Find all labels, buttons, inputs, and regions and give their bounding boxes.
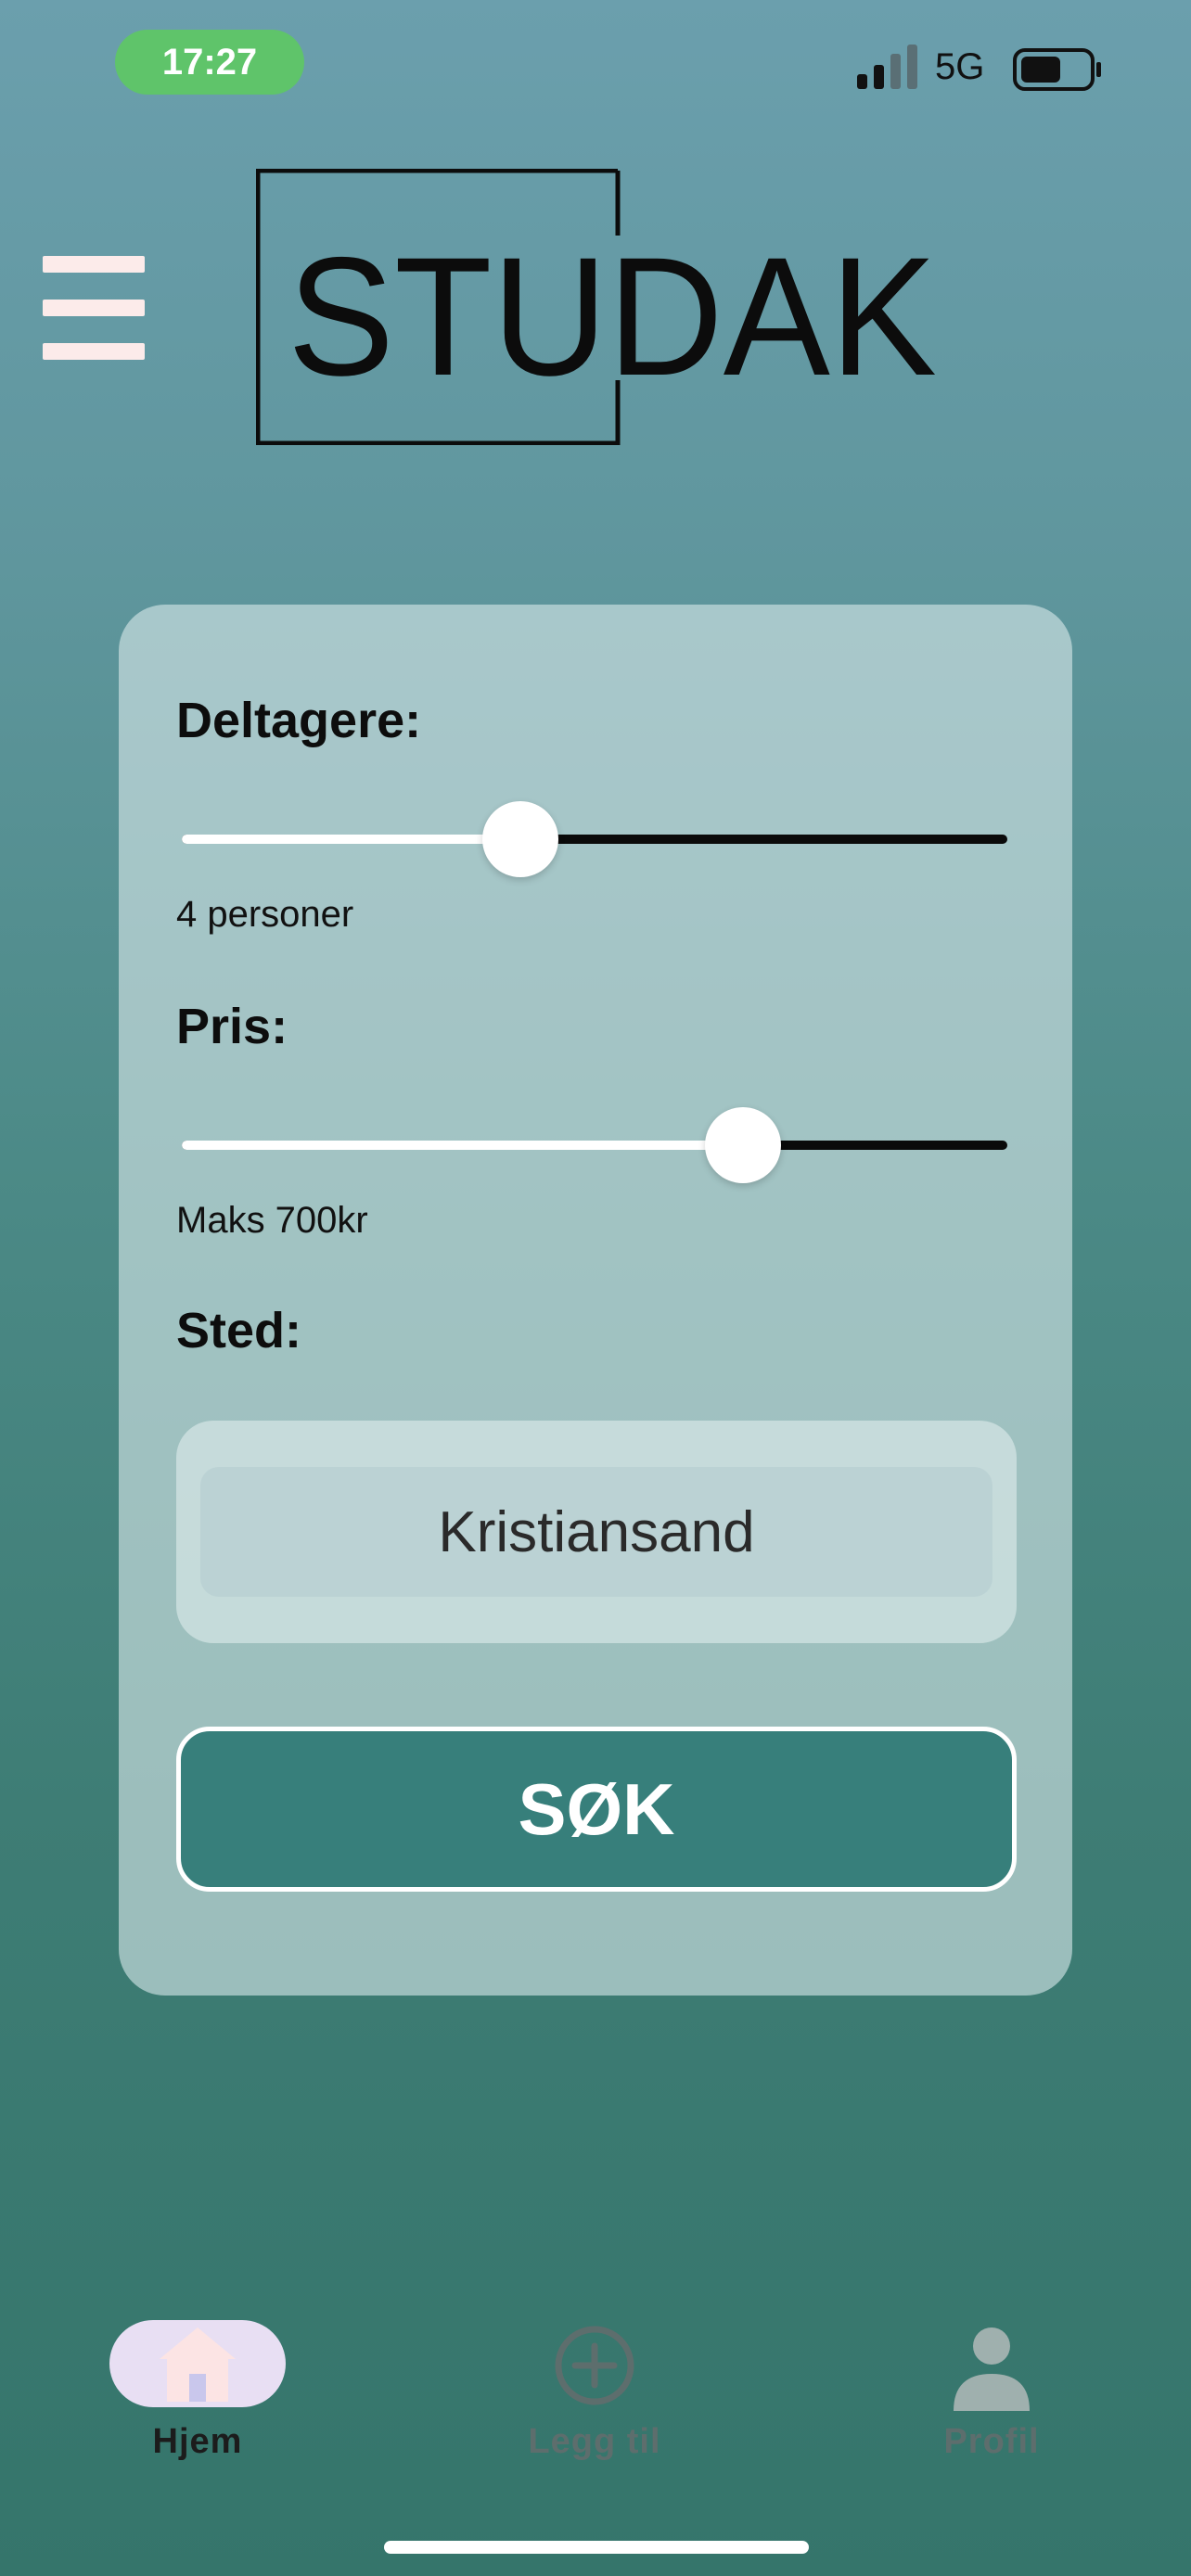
- location-input[interactable]: [200, 1467, 992, 1597]
- menu-icon-bar: [43, 300, 145, 316]
- participants-slider-thumb[interactable]: [481, 801, 558, 877]
- studak-logo: STUDAK: [256, 169, 937, 445]
- home-icon: [160, 2327, 236, 2402]
- tab-home-label: Hjem: [152, 2422, 243, 2461]
- participants-label: Deltagere:: [176, 693, 422, 748]
- slider-track-fill: [182, 835, 520, 844]
- network-type: 5G: [935, 46, 985, 87]
- battery-icon: [1013, 48, 1101, 91]
- location-label: Sted:: [176, 1303, 301, 1358]
- tab-add-label: Legg til: [528, 2422, 661, 2461]
- menu-button[interactable]: [43, 256, 145, 360]
- hamburger-menu-icon: [43, 256, 145, 273]
- status-time-label: 17:27: [161, 41, 258, 83]
- menu-icon-bar: [43, 343, 145, 360]
- slider-track-fill: [182, 1141, 744, 1150]
- cellular-signal-icon: [857, 45, 917, 89]
- status-time: 17:27: [115, 30, 304, 95]
- tab-profile-label: Profil: [943, 2422, 1040, 2461]
- tab-home[interactable]: Hjem: [91, 2315, 304, 2472]
- tab-profile[interactable]: Profil: [885, 2315, 1098, 2472]
- location-field-container: [176, 1421, 1017, 1643]
- person-icon: [954, 2327, 1030, 2411]
- price-slider-thumb[interactable]: [705, 1107, 782, 1183]
- participants-value: 4 personer: [176, 894, 354, 935]
- logo-wordmark: STUDAK: [288, 222, 937, 411]
- search-card: Deltagere: 4 personer Pris: Maks 700kr S…: [119, 605, 1072, 1996]
- price-slider[interactable]: [182, 1103, 1007, 1187]
- search-button[interactable]: SØK: [176, 1727, 1017, 1892]
- participants-slider[interactable]: [182, 797, 1007, 881]
- price-label: Pris:: [176, 999, 288, 1054]
- price-value: Maks 700kr: [176, 1200, 368, 1241]
- plus-circle-icon: [555, 2326, 634, 2405]
- tab-add[interactable]: Legg til: [488, 2315, 701, 2472]
- home-indicator: [384, 2541, 809, 2554]
